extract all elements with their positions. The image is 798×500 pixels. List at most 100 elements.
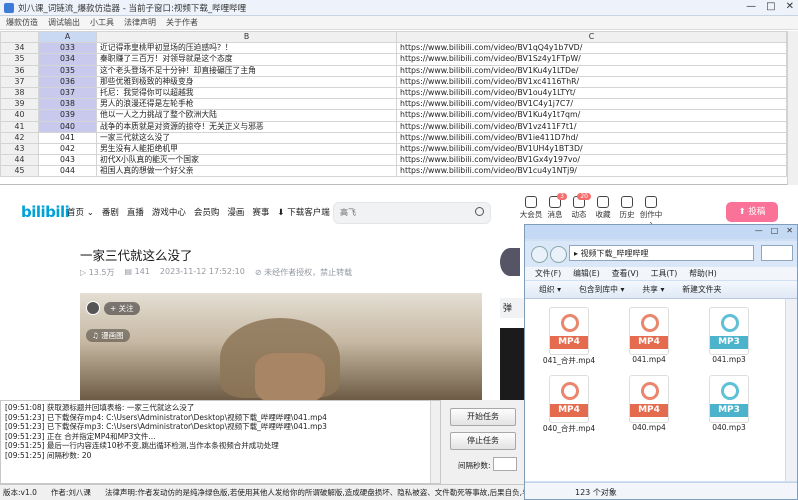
- stop-task-button[interactable]: 停止任务: [450, 432, 516, 450]
- address-bar[interactable]: ▸ 视频下载_哔哩哔哩: [569, 245, 754, 261]
- cell-index[interactable]: 035: [38, 64, 97, 77]
- file-item[interactable]: MP4 041.mp4: [619, 307, 679, 364]
- include-library-button[interactable]: 包含到库中 ▾: [579, 284, 624, 295]
- maximize-button[interactable]: □: [766, 1, 775, 12]
- cell-index[interactable]: 034: [38, 53, 97, 66]
- table-row[interactable]: 34 033 近记得乖皇桃甲初显场的压迫感吗？！ https://www.bilibi…: [0, 42, 787, 55]
- row-number[interactable]: 41: [0, 120, 39, 133]
- cell-title[interactable]: 初代X小队真的能灭一个国家: [96, 154, 397, 167]
- table-row[interactable]: 43 042 男生没有人能拒绝机甲 https://www.bilibili.com/…: [0, 142, 787, 156]
- cell-title[interactable]: 男生没有人能拒绝机甲: [96, 142, 397, 156]
- cell-index[interactable]: 042: [38, 142, 97, 156]
- menu-item-copy[interactable]: 爆款仿造: [6, 17, 38, 28]
- side-avatar[interactable]: [500, 248, 520, 276]
- cell-index[interactable]: 039: [38, 109, 97, 122]
- organize-button[interactable]: 组织 ▾: [539, 284, 561, 295]
- row-number[interactable]: 36: [0, 64, 39, 77]
- row-number[interactable]: 37: [0, 75, 39, 88]
- cell-index[interactable]: 041: [38, 131, 97, 144]
- minimize-button[interactable]: —: [746, 1, 756, 12]
- upload-button[interactable]: ⬆ 投稿: [726, 202, 778, 222]
- cell-url[interactable]: https://www.bilibili.com/video/BV1vz411F…: [396, 120, 787, 133]
- row-number[interactable]: 42: [0, 131, 39, 144]
- column-header-a[interactable]: A: [38, 30, 97, 44]
- new-folder-button[interactable]: 新建文件夹: [682, 284, 721, 295]
- menu-view[interactable]: 查看(V): [612, 268, 639, 279]
- table-row[interactable]: 44 043 初代X小队真的能灭一个国家 https://www.bilibili.c…: [0, 154, 787, 167]
- cell-title[interactable]: 他以一人之力挑战了整个欧洲大陆: [96, 109, 397, 122]
- cell-url[interactable]: https://www.bilibili.com/video/BV1cu4y1N…: [396, 165, 787, 178]
- bilibili-logo[interactable]: bilibili: [21, 203, 70, 221]
- cell-index[interactable]: 043: [38, 154, 97, 167]
- cell-url[interactable]: https://www.bilibili.com/video/BV1Ku4y1L…: [396, 64, 787, 77]
- cell-url[interactable]: https://www.bilibili.com/video/BV1ou4y1L…: [396, 86, 787, 100]
- row-number[interactable]: 40: [0, 109, 39, 122]
- column-header-b[interactable]: B: [96, 30, 397, 44]
- menu-file[interactable]: 文件(F): [535, 268, 561, 279]
- nav-shop[interactable]: 会员购: [194, 206, 220, 218]
- nav-manga[interactable]: 漫画: [227, 206, 244, 218]
- table-row[interactable]: 37 036 那些优雅到极致的神级变身 https://www.bilibili.co…: [0, 75, 787, 88]
- video-player[interactable]: [80, 293, 482, 400]
- row-number[interactable]: 45: [0, 165, 39, 178]
- log-scrollbar[interactable]: [430, 401, 440, 483]
- table-row[interactable]: 41 040 战争的本质就是对资源的掠夺！无关正义与邪恶 https://www.bi…: [0, 120, 787, 133]
- row-number[interactable]: 43: [0, 142, 39, 156]
- nav-anime[interactable]: 番剧: [102, 206, 119, 218]
- table-row[interactable]: 40 039 他以一人之力挑战了整个欧洲大陆 https://www.bilibili…: [0, 109, 787, 122]
- cell-title[interactable]: 一家三代就这么没了: [96, 131, 397, 144]
- cell-url[interactable]: https://www.bilibili.com/video/BV1qQ4y1b…: [396, 42, 787, 55]
- cell-url[interactable]: https://www.bilibili.com/video/BV1ie411D…: [396, 131, 787, 144]
- cell-title[interactable]: 托尼：我觉得你可以超越我: [96, 86, 397, 100]
- share-button[interactable]: 共享 ▾: [642, 284, 664, 295]
- table-row[interactable]: 39 038 男人的浪漫还得是左轮手枪 https://www.bilibili.co…: [0, 98, 787, 111]
- explorer-close-button[interactable]: ✕: [786, 226, 793, 235]
- forward-button[interactable]: [550, 245, 567, 263]
- menu-item-legal[interactable]: 法律声明: [124, 17, 156, 28]
- cell-url[interactable]: https://www.bilibili.com/video/BV1UH4y1B…: [396, 142, 787, 156]
- file-item[interactable]: MP3 041.mp3: [699, 307, 759, 364]
- column-header-c[interactable]: C: [396, 30, 787, 44]
- uploader-avatar[interactable]: [86, 301, 100, 315]
- row-number[interactable]: 35: [0, 53, 39, 66]
- cell-index[interactable]: 036: [38, 75, 97, 88]
- nav-live[interactable]: 直播: [127, 206, 144, 218]
- table-row[interactable]: 38 037 托尼：我觉得你可以超越我 https://www.bilibili.co…: [0, 86, 787, 100]
- cell-title[interactable]: 那些优雅到极致的神级变身: [96, 75, 397, 88]
- menu-tools[interactable]: 工具(T): [651, 268, 677, 279]
- cell-title[interactable]: 这个老头登场不足十分钟！却直接碾压了主角: [96, 64, 397, 77]
- nav-game[interactable]: 游戏中心: [152, 206, 186, 218]
- row-number[interactable]: 34: [0, 42, 39, 55]
- table-row[interactable]: 35 034 秦职赚了三百万！对领导就是这个态度 https://www.bilibi…: [0, 53, 787, 66]
- cell-index[interactable]: 037: [38, 86, 97, 100]
- menu-help[interactable]: 帮助(H): [689, 268, 717, 279]
- cell-url[interactable]: https://www.bilibili.com/video/BV1Ku4y1t…: [396, 109, 787, 122]
- row-number[interactable]: 44: [0, 154, 39, 167]
- nav-download-client[interactable]: ⬇ 下载客户端: [277, 206, 329, 218]
- cell-index[interactable]: 038: [38, 98, 97, 111]
- file-item[interactable]: MP4 041_合并.mp4: [539, 307, 599, 366]
- back-button[interactable]: [531, 245, 548, 263]
- search-input[interactable]: 高飞: [333, 202, 491, 224]
- file-item[interactable]: MP4 040_合并.mp4: [539, 375, 599, 434]
- cell-index[interactable]: 033: [38, 42, 97, 55]
- grid-scrollbar[interactable]: [787, 31, 798, 185]
- danmu-panel[interactable]: 弹: [500, 298, 524, 318]
- start-task-button[interactable]: 开始任务: [450, 408, 516, 426]
- cell-url[interactable]: https://www.bilibili.com/video/BV1Gx4y19…: [396, 154, 787, 167]
- cell-index[interactable]: 044: [38, 165, 97, 178]
- cell-url[interactable]: https://www.bilibili.com/video/BV1xc4116…: [396, 75, 787, 88]
- explorer-scrollbar[interactable]: [785, 299, 797, 481]
- file-item[interactable]: MP3 040.mp3: [699, 375, 759, 432]
- menu-edit[interactable]: 编辑(E): [573, 268, 600, 279]
- search-icon[interactable]: [475, 207, 484, 216]
- menu-item-tools[interactable]: 小工具: [90, 17, 114, 28]
- nav-home[interactable]: 首页 ⌄: [67, 206, 94, 218]
- cell-title[interactable]: 祖国人真的想做一个好父亲: [96, 165, 397, 178]
- close-button[interactable]: ✕: [786, 1, 794, 12]
- explorer-maximize-button[interactable]: □: [771, 226, 779, 235]
- cell-index[interactable]: 040: [38, 120, 97, 133]
- cell-title[interactable]: 战争的本质就是对资源的掠夺！无关正义与邪恶: [96, 120, 397, 133]
- explorer-minimize-button[interactable]: —: [755, 226, 763, 235]
- row-number[interactable]: 39: [0, 98, 39, 111]
